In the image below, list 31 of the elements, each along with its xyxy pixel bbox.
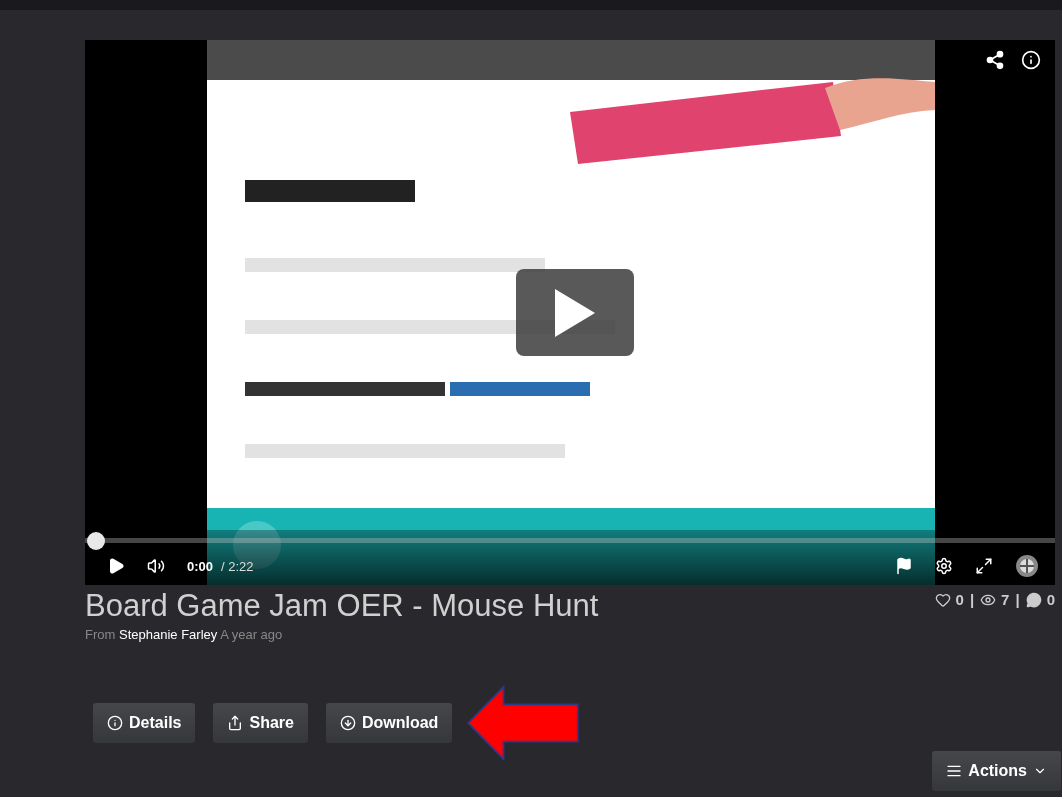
share-icon[interactable] [985, 50, 1005, 70]
separator: | [969, 591, 975, 608]
crest-icon[interactable] [1015, 554, 1039, 578]
flag-icon[interactable] [895, 557, 913, 575]
comment-icon [1025, 591, 1042, 608]
separator: | [1015, 591, 1020, 608]
heart-icon[interactable] [934, 591, 951, 608]
share-icon [227, 715, 244, 731]
stat-count: 7 [1001, 591, 1010, 608]
current-time: 0:00 [187, 558, 214, 574]
volume-icon[interactable] [147, 557, 165, 575]
upload-time: A year ago [219, 627, 283, 642]
details-button[interactable]: Details [93, 703, 196, 743]
list-icon [946, 763, 963, 779]
author-link[interactable]: Stephanie Farley [118, 627, 218, 642]
info-icon[interactable] [1021, 50, 1041, 70]
fullscreen-icon[interactable] [975, 557, 993, 575]
actions-button[interactable]: Actions [932, 751, 1061, 791]
share-button[interactable]: Share [213, 703, 308, 743]
stat-count: 0 [955, 591, 964, 608]
download-button[interactable]: Download [325, 703, 453, 743]
video-title: Board Game Jam OER - Mouse Hunt [85, 587, 599, 625]
play-button[interactable] [516, 269, 634, 356]
settings-icon[interactable] [935, 557, 953, 575]
play-icon[interactable] [107, 557, 125, 575]
total-time: / 2:22 [221, 558, 254, 574]
stat-count: 0 [1046, 591, 1055, 608]
download-icon [339, 715, 356, 731]
byline-prefix: From [85, 627, 117, 642]
info-icon [107, 715, 123, 731]
play-icon [555, 288, 595, 337]
